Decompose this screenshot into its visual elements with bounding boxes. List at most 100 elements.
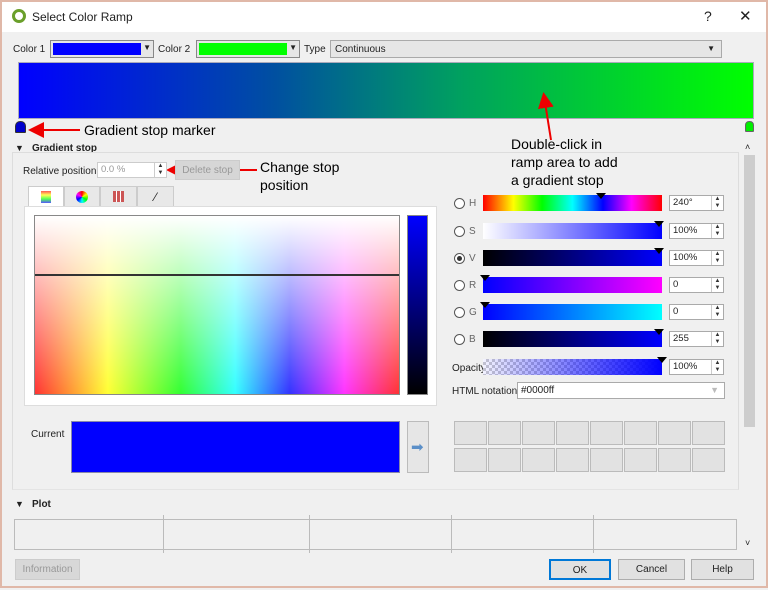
- component-label-v: V: [469, 253, 476, 264]
- slider-handle[interactable]: [654, 221, 664, 227]
- color-box-crosshair: [35, 274, 399, 276]
- slider-handle[interactable]: [657, 357, 667, 363]
- html-notation-value: #0000ff: [521, 385, 555, 396]
- eyedropper-icon: ⁄: [154, 190, 157, 204]
- spin-arrows-icon: ▲ ▼: [711, 360, 723, 374]
- component-value: 240°: [673, 197, 693, 208]
- color-swatch-slot[interactable]: [590, 421, 623, 445]
- delete-stop-button[interactable]: Delete stop: [175, 160, 240, 180]
- color-swatch-slot[interactable]: [556, 421, 589, 445]
- component-value: 100%: [673, 252, 698, 263]
- color-swatch-slot[interactable]: [522, 448, 555, 472]
- color-box-sv[interactable]: [34, 215, 400, 395]
- color-swatch-slot[interactable]: [556, 448, 589, 472]
- spinbox-s[interactable]: 100% ▲ ▼: [669, 223, 724, 239]
- tab-swatches[interactable]: [100, 186, 137, 206]
- slider-h[interactable]: [483, 193, 662, 211]
- plot-area[interactable]: [14, 515, 737, 553]
- spinbox-h[interactable]: 240° ▲ ▼: [669, 195, 724, 211]
- annotation-double-click-1: Double-click in: [511, 136, 603, 152]
- slider-v[interactable]: [483, 248, 664, 266]
- current-label: Current: [31, 429, 65, 440]
- component-label-h: H: [469, 198, 477, 209]
- color-swatch-slot[interactable]: [454, 448, 487, 472]
- slider-handle[interactable]: [480, 275, 490, 281]
- arrow-ramp: [537, 92, 554, 141]
- opacity-slider[interactable]: [483, 357, 667, 375]
- slider-handle[interactable]: [654, 329, 664, 335]
- vertical-scrollbar[interactable]: ˄ ˅: [743, 142, 756, 552]
- spinbox-v[interactable]: 100% ▲ ▼: [669, 250, 724, 266]
- radio-h[interactable]: [454, 198, 465, 209]
- slider-g[interactable]: [480, 302, 662, 320]
- slider-r[interactable]: [480, 275, 662, 293]
- scrollbar-thumb[interactable]: [744, 155, 755, 427]
- cancel-button[interactable]: Cancel: [618, 559, 685, 580]
- color-swatch-slot[interactable]: [590, 448, 623, 472]
- slider-handle[interactable]: [596, 193, 607, 199]
- tab-eyedropper[interactable]: ⁄: [137, 186, 174, 206]
- value-vertical-slider[interactable]: [407, 215, 428, 395]
- component-value: 0: [673, 306, 679, 317]
- spin-arrows-icon: ▲ ▼: [711, 196, 723, 210]
- radio-g[interactable]: [454, 307, 465, 318]
- radio-s[interactable]: [454, 226, 465, 237]
- swatches-icon: [113, 191, 124, 202]
- spinbox-r[interactable]: 0 ▲ ▼: [669, 277, 724, 293]
- slider-handle[interactable]: [480, 302, 490, 308]
- component-label-r: R: [469, 280, 477, 291]
- spinbox-g[interactable]: 0 ▲ ▼: [669, 304, 724, 320]
- color-swatch-slot[interactable]: [522, 421, 555, 445]
- component-value: 255: [673, 333, 689, 344]
- slider-handle[interactable]: [654, 248, 664, 254]
- spinbox-b[interactable]: 255 ▲ ▼: [669, 331, 724, 347]
- arrow-right-icon: ➡: [411, 439, 424, 456]
- slider-s[interactable]: [483, 221, 664, 239]
- color-swatch-slot[interactable]: [624, 421, 657, 445]
- color-wheel-icon: [76, 191, 88, 203]
- color-swatch-slot[interactable]: [692, 448, 725, 472]
- annotation-stop-marker: Gradient stop marker: [84, 122, 216, 138]
- relative-position-spinbox[interactable]: 0.0 % ▲ ▼: [97, 162, 167, 178]
- radio-b[interactable]: [454, 334, 465, 345]
- spin-arrows-icon: ▲ ▼: [711, 224, 723, 238]
- relative-position-value: 0.0 %: [101, 164, 126, 175]
- current-color-swatch: [71, 421, 400, 473]
- component-label-s: S: [469, 226, 476, 237]
- spin-arrows-icon: ▲ ▼: [711, 278, 723, 292]
- component-value: 0: [673, 279, 679, 290]
- component-value: 100%: [673, 225, 698, 236]
- component-label-b: B: [469, 334, 476, 345]
- add-to-swatches-button[interactable]: ➡: [407, 421, 429, 473]
- color-swatch-slot[interactable]: [624, 448, 657, 472]
- help-dialog-button[interactable]: Help: [691, 559, 754, 580]
- color-swatch-slot[interactable]: [488, 448, 521, 472]
- plot-section-label[interactable]: Plot: [32, 499, 51, 510]
- component-label-g: G: [469, 307, 477, 318]
- tab-color-wheel[interactable]: [64, 186, 100, 206]
- color-swatch-slot[interactable]: [658, 448, 691, 472]
- chevron-down-icon: ▼: [710, 385, 719, 395]
- spin-arrows-icon: ▲ ▼: [711, 251, 723, 265]
- color-swatch-slot[interactable]: [488, 421, 521, 445]
- select-color-ramp-dialog: Select Color Ramp ? ✕ Color 1 ▼ Color 2 …: [0, 0, 768, 588]
- color-swatch-slot[interactable]: [658, 421, 691, 445]
- collapse-triangle-icon[interactable]: ▼: [15, 499, 24, 509]
- scroll-up-icon[interactable]: ˄: [745, 142, 750, 152]
- tab-color-ramp[interactable]: [28, 186, 64, 206]
- opacity-value: 100%: [673, 361, 698, 372]
- spin-arrows-icon: ▲ ▼: [711, 305, 723, 319]
- html-notation-input[interactable]: #0000ff ▼: [517, 382, 725, 399]
- ok-button[interactable]: OK: [549, 559, 611, 580]
- scroll-down-icon[interactable]: ˅: [745, 538, 750, 548]
- spin-arrows-icon: ▲ ▼: [154, 163, 166, 177]
- radio-v[interactable]: [454, 253, 465, 264]
- color-swatch-slot[interactable]: [692, 421, 725, 445]
- opacity-spinbox[interactable]: 100% ▲ ▼: [669, 359, 724, 375]
- slider-b[interactable]: [483, 329, 664, 347]
- radio-r[interactable]: [454, 280, 465, 291]
- spin-arrows-icon: ▲ ▼: [711, 332, 723, 346]
- information-button[interactable]: Information: [15, 559, 80, 580]
- opacity-label: Opacity: [452, 363, 486, 374]
- color-swatch-slot[interactable]: [454, 421, 487, 445]
